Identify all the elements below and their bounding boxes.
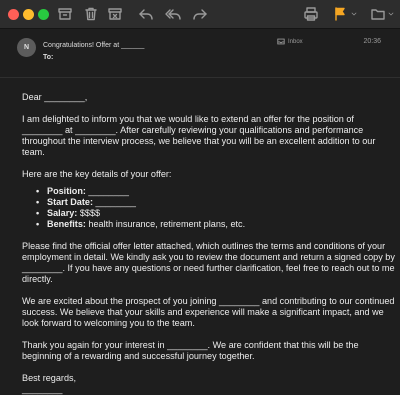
to-label: To: bbox=[43, 54, 54, 61]
detail-label: Salary: bbox=[47, 208, 78, 218]
body-paragraph-1: I am delighted to inform you that we wou… bbox=[22, 114, 376, 157]
sender-avatar[interactable]: N bbox=[17, 38, 36, 57]
trash-icon[interactable] bbox=[82, 5, 100, 23]
message-subject: Congratulations! Offer at ______ bbox=[43, 42, 145, 49]
mailbox-indicator[interactable]: Inbox bbox=[277, 38, 303, 45]
greeting: Dear ________, bbox=[22, 92, 88, 102]
reply-all-icon[interactable] bbox=[164, 5, 182, 23]
flag-menu-chevron-icon[interactable] bbox=[348, 5, 360, 23]
minimize-window-button[interactable] bbox=[23, 9, 34, 20]
detail-label: Benefits: bbox=[47, 219, 86, 229]
mail-window: N Congratulations! Offer at ______ To: I… bbox=[0, 0, 400, 395]
body-paragraph-2: Please find the official offer letter at… bbox=[22, 241, 395, 284]
detail-value: $$$$ bbox=[77, 208, 101, 218]
archive-icon[interactable] bbox=[56, 5, 74, 23]
detail-label: Start Date: bbox=[47, 197, 93, 207]
list-item: Position: ________ bbox=[36, 186, 396, 197]
inbox-icon bbox=[277, 38, 285, 45]
body-paragraph-3: We are excited about the prospect of you… bbox=[22, 296, 395, 328]
move-menu-chevron-icon[interactable] bbox=[385, 5, 397, 23]
detail-value: health insurance, retirement plans, etc. bbox=[85, 219, 246, 229]
toolbar bbox=[0, 0, 400, 29]
closing: Best regards, bbox=[22, 373, 77, 383]
message-body: Dear ________, I am delighted to inform … bbox=[22, 92, 396, 395]
print-icon[interactable] bbox=[302, 5, 320, 23]
reply-icon[interactable] bbox=[137, 5, 155, 23]
offer-details-list: Position: ________ Start Date: ________ … bbox=[36, 186, 396, 230]
message-time: 20:36 bbox=[363, 38, 381, 45]
message-header: N Congratulations! Offer at ______ To: I… bbox=[0, 30, 400, 78]
junk-icon[interactable] bbox=[106, 5, 124, 23]
detail-value: ________ bbox=[92, 197, 136, 207]
body-paragraph-4: Thank you again for your interest in ___… bbox=[22, 340, 359, 361]
forward-icon[interactable] bbox=[191, 5, 209, 23]
flag-icon[interactable] bbox=[331, 5, 349, 23]
list-item: Start Date: ________ bbox=[36, 197, 396, 208]
details-intro: Here are the key details of your offer: bbox=[22, 169, 172, 179]
detail-label: Position: bbox=[47, 186, 86, 196]
close-window-button[interactable] bbox=[8, 9, 19, 20]
maximize-window-button[interactable] bbox=[38, 9, 49, 20]
list-item: Benefits: health insurance, retirement p… bbox=[36, 219, 396, 230]
detail-value: ________ bbox=[85, 186, 129, 196]
mailbox-label: Inbox bbox=[288, 38, 303, 45]
list-item: Salary: $$$$ bbox=[36, 208, 396, 219]
signature: ________ bbox=[22, 384, 63, 394]
